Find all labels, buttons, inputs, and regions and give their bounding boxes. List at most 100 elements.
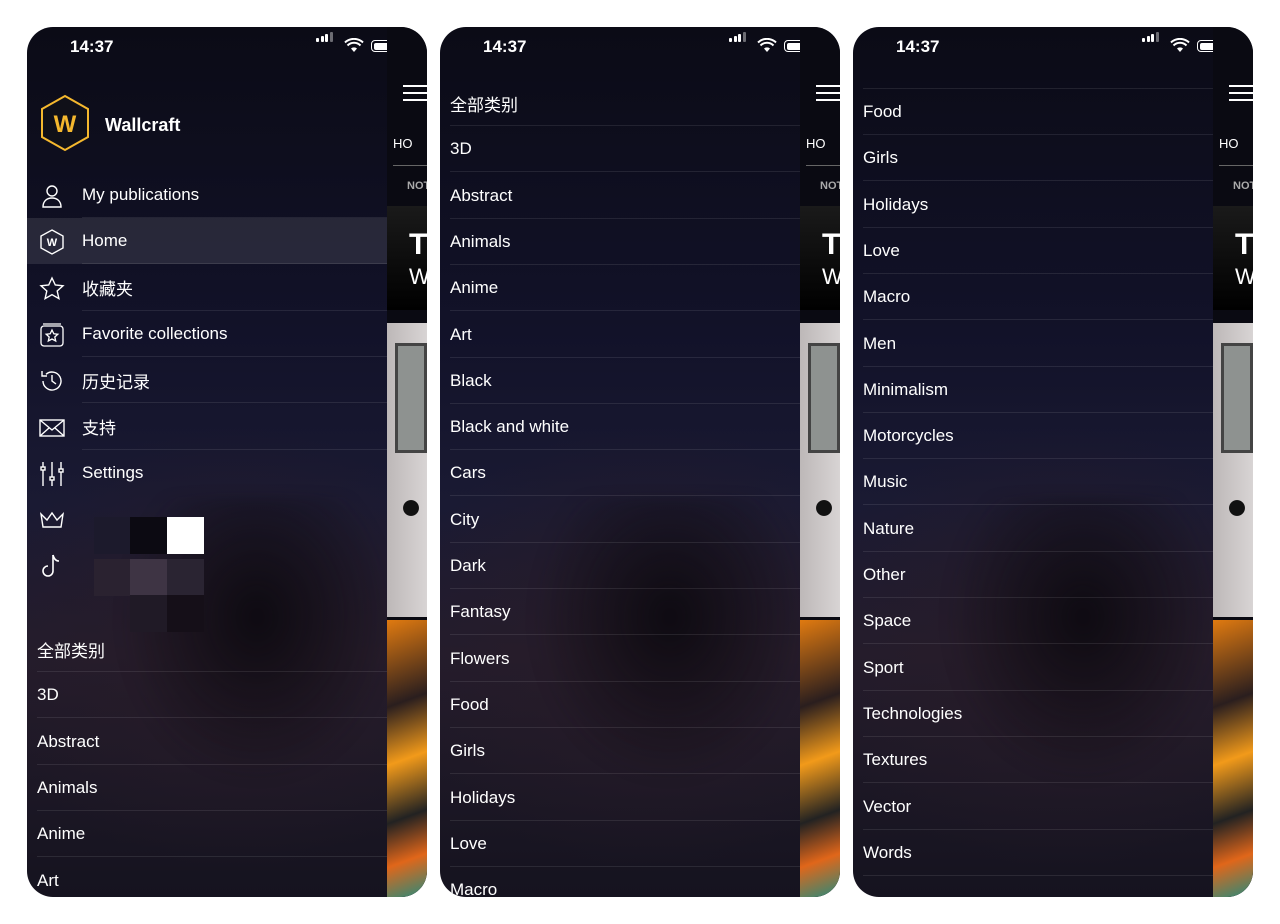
menu-item-user[interactable]: My publications <box>27 172 387 218</box>
category-label: 全部类别 <box>450 95 518 115</box>
category-item[interactable]: Animals <box>27 765 387 811</box>
category-item[interactable]: Love <box>853 228 1213 274</box>
category-item[interactable]: Art <box>440 312 800 358</box>
hamburger-menu-icon[interactable] <box>816 85 840 106</box>
wallpaper-thumbnail[interactable] <box>1213 323 1253 617</box>
category-label: Holidays <box>450 787 516 807</box>
category-item[interactable]: Anime <box>440 265 800 312</box>
category-item[interactable]: Macro <box>440 867 800 897</box>
category-label: Love <box>450 833 487 853</box>
subtab-label[interactable]: NOT <box>1233 180 1253 192</box>
hamburger-menu-icon[interactable] <box>1229 85 1253 106</box>
category-item[interactable]: Girls <box>440 728 800 775</box>
category-label: 全部类别 <box>37 641 105 661</box>
menu-item-history[interactable]: 历史记录 <box>27 357 387 404</box>
featured-card[interactable]: TW <box>800 206 840 310</box>
category-item[interactable]: Black and white <box>440 404 800 451</box>
wallpaper-thumbnail[interactable] <box>387 620 427 897</box>
menu-item-sliders[interactable]: Settings <box>27 450 387 496</box>
category-item[interactable]: Space <box>853 598 1213 645</box>
menu-item-crown[interactable] <box>27 496 387 542</box>
category-label: Flowers <box>450 648 510 668</box>
category-item[interactable]: Anime <box>27 811 387 858</box>
category-item[interactable]: Vector <box>853 784 1213 830</box>
category-item[interactable]: Food <box>440 682 800 728</box>
category-item[interactable]: Music <box>853 459 1213 506</box>
tab-divider <box>806 165 840 166</box>
category-label: Motorcycles <box>863 426 954 446</box>
tab-home[interactable]: HO <box>806 136 826 151</box>
tab-home[interactable]: HO <box>393 136 413 151</box>
category-item[interactable]: Macro <box>853 274 1213 321</box>
menu-item-label: 支持 <box>82 419 116 438</box>
featured-card[interactable]: TW <box>387 206 427 310</box>
category-item[interactable]: 3D <box>440 126 800 173</box>
category-item[interactable]: 全部类别 <box>440 80 800 126</box>
wallcraft-logo: W <box>38 94 92 157</box>
wallpaper-thumbnail[interactable] <box>387 323 427 617</box>
wifi-icon <box>344 37 364 58</box>
category-item[interactable]: City <box>440 497 800 543</box>
category-label: Anime <box>450 278 499 298</box>
category-item[interactable]: Food <box>853 89 1213 135</box>
category-label: Abstract <box>37 731 100 751</box>
category-label: Dark <box>450 556 486 575</box>
menu-item-star[interactable]: 收藏夹 <box>27 265 387 311</box>
subtab-label[interactable]: NOT <box>820 180 840 192</box>
status-time: 14:37 <box>70 37 114 56</box>
hamburger-menu-icon[interactable] <box>403 85 427 106</box>
menu-item-wallcraft[interactable]: W Home <box>27 218 387 265</box>
category-item[interactable]: Abstract <box>27 719 387 765</box>
wifi-icon <box>757 37 777 58</box>
category-item[interactable]: Fantasy <box>440 589 800 636</box>
svg-text:W: W <box>54 111 77 138</box>
category-item[interactable]: Flowers <box>440 636 800 682</box>
censored-avatar-block <box>94 517 131 554</box>
category-item[interactable]: Sport <box>853 645 1213 691</box>
category-item[interactable]: Animals <box>440 219 800 265</box>
category-item[interactable]: Technologies <box>853 691 1213 737</box>
subtab-label[interactable]: NOT <box>407 180 427 192</box>
status-bar: 14:37 <box>27 32 395 58</box>
category-label: Love <box>863 240 900 260</box>
category-label: Girls <box>450 741 485 761</box>
category-item[interactable]: Abstract <box>440 173 800 219</box>
category-item[interactable]: Textures <box>853 737 1213 784</box>
wallpaper-thumbnail[interactable] <box>800 323 840 617</box>
category-label: Macro <box>450 880 498 897</box>
menu-item-star-collection[interactable]: Favorite collections <box>27 311 387 357</box>
app-content-behind: HO NOT T W <box>1213 27 1253 897</box>
menu-item-tiktok[interactable] <box>27 542 387 588</box>
category-label: Textures <box>863 750 928 770</box>
wallpaper-thumbnail[interactable] <box>1213 620 1253 897</box>
category-label: Music <box>863 472 908 492</box>
category-item[interactable]: Girls <box>853 135 1213 182</box>
category-label: Black <box>450 370 492 390</box>
category-item[interactable]: 3D <box>27 672 387 719</box>
category-item[interactable]: Cars <box>440 450 800 497</box>
featured-card[interactable]: TW <box>1213 206 1253 310</box>
category-label: City <box>450 509 480 529</box>
category-item[interactable]: 全部类别 <box>27 626 387 672</box>
menu-item-mail[interactable]: 支持 <box>27 404 387 450</box>
category-item[interactable]: Holidays <box>440 775 800 821</box>
category-item[interactable]: Black <box>440 358 800 404</box>
category-label: Vector <box>863 796 912 816</box>
tab-home[interactable]: HO <box>1219 136 1239 151</box>
category-item[interactable]: Other <box>853 552 1213 598</box>
menu-item-label: Settings <box>82 462 144 482</box>
tab-divider <box>1219 165 1253 166</box>
category-item[interactable]: Love <box>440 821 800 867</box>
category-item[interactable]: Nature <box>853 506 1213 552</box>
category-item[interactable]: Motorcycles <box>853 413 1213 460</box>
category-item[interactable]: Men <box>853 321 1213 367</box>
menu-item-label: Favorite collections <box>82 323 228 343</box>
wallpaper-thumbnail[interactable] <box>800 620 840 897</box>
status-bar: 14:37 <box>440 32 808 58</box>
wallcraft-icon: W <box>39 229 65 256</box>
category-item[interactable]: Minimalism <box>853 367 1213 413</box>
category-item[interactable]: Words <box>853 830 1213 876</box>
category-item[interactable]: Art <box>27 858 387 898</box>
category-item[interactable]: Holidays <box>853 182 1213 228</box>
category-item[interactable]: Dark <box>440 543 800 589</box>
